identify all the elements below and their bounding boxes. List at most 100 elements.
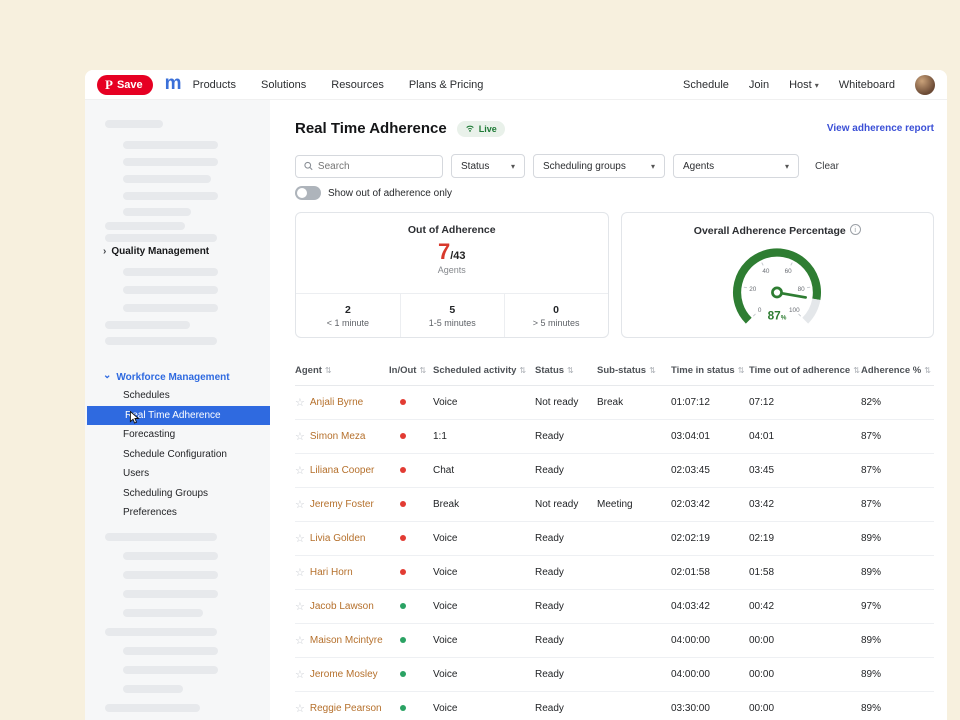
sidebar-item-real-time-adherence[interactable]: Real Time Adherence [87,406,270,426]
view-adherence-report-link[interactable]: View adherence report [827,123,934,134]
overall-adherence-card: Overall Adherence Percentagei 0204060801… [621,212,935,338]
adherence-percent: 97% [861,601,934,612]
agents-select[interactable]: Agents ▾ [673,154,799,178]
nav-link-solutions[interactable]: Solutions [261,79,306,91]
agent-link[interactable]: Hari Horn [310,567,353,578]
skeleton-bar [105,321,190,329]
star-icon[interactable]: ☆ [295,430,305,443]
column-header-agent[interactable]: Agent⇅ [295,365,389,376]
sidebar-wfm-items: Schedules Real Time Adherence Forecastin… [85,386,270,523]
table-row[interactable]: ☆Jeremy Foster Break Not ready Meeting 0… [295,488,934,522]
adherence-gauge: 02040608010087% [622,238,934,336]
inout-dot [400,569,406,575]
sidebar-item-schedules[interactable]: Schedules [85,386,270,406]
nav-link-host[interactable]: Host▾ [789,79,819,91]
adherence-percent: 89% [861,703,934,714]
star-icon[interactable]: ☆ [295,396,305,409]
column-header-time-in-status[interactable]: Time in status⇅ [671,365,749,376]
time-in-status: 01:07:12 [671,397,749,408]
column-header-scheduled-activity[interactable]: Scheduled activity⇅ [433,365,535,376]
info-icon[interactable]: i [850,224,861,235]
scheduled-activity: Voice [433,669,535,680]
column-header-inout[interactable]: In/Out⇅ [389,365,433,376]
sidebar-item-schedule-configuration[interactable]: Schedule Configuration [85,445,270,465]
star-icon[interactable]: ☆ [295,600,305,613]
column-header-time-out-of-adherence[interactable]: Time out of adherence⇅ [749,365,861,376]
status: Ready [535,601,597,612]
adherence-percent: 89% [861,533,934,544]
agent-link[interactable]: Livia Golden [310,533,366,544]
breakdown-under-1-minute: 2 < 1 minute [296,294,400,337]
table-row[interactable]: ☆Anjali Byrne Voice Not ready Break 01:0… [295,386,934,420]
table-row[interactable]: ☆Liliana Cooper Chat Ready 02:03:45 03:4… [295,454,934,488]
scheduling-groups-select[interactable]: Scheduling groups ▾ [533,154,665,178]
star-icon[interactable]: ☆ [295,464,305,477]
chevron-down-icon: ▾ [815,81,819,90]
sub-status: Meeting [597,499,671,510]
skeleton-bar [105,704,200,712]
clear-filters-button[interactable]: Clear [815,161,839,172]
time-out-of-adherence: 03:42 [749,499,861,510]
user-avatar[interactable] [915,75,935,95]
skeleton-bar [105,337,217,345]
agent-link[interactable]: Simon Meza [310,431,366,442]
svg-text:87%: 87% [768,310,787,323]
table-row[interactable]: ☆Livia Golden Voice Ready 02:02:19 02:19… [295,522,934,556]
search-input-container [295,155,443,178]
sidebar-item-scheduling-groups[interactable]: Scheduling Groups [85,484,270,504]
nav-link-schedule[interactable]: Schedule [683,79,729,91]
time-in-status: 04:03:42 [671,601,749,612]
search-input[interactable] [318,161,434,172]
table-row[interactable]: ☆Jacob Lawson Voice Ready 04:03:42 00:42… [295,590,934,624]
nav-link-products[interactable]: Products [193,79,236,91]
scheduled-activity: Voice [433,703,535,714]
nav-link-plans-pricing[interactable]: Plans & Pricing [409,79,484,91]
column-header-sub-status[interactable]: Sub-status⇅ [597,365,671,376]
agent-link[interactable]: Jeremy Foster [310,499,374,510]
star-icon[interactable]: ☆ [295,634,305,647]
table-row[interactable]: ☆Hari Horn Voice Ready 02:01:58 01:58 89… [295,556,934,590]
live-badge: Live [457,121,505,137]
table-row[interactable]: ☆Simon Meza 1:1 Ready 03:04:01 04:01 87% [295,420,934,454]
sidebar-item-forecasting[interactable]: Forecasting [85,425,270,445]
star-icon[interactable]: ☆ [295,668,305,681]
nav-link-resources[interactable]: Resources [331,79,384,91]
time-out-of-adherence: 00:00 [749,635,861,646]
skeleton-bar [105,120,163,128]
sidebar-section-quality-management[interactable]: › Quality Management [103,246,209,257]
agent-link[interactable]: Jacob Lawson [310,601,374,612]
sidebar-item-preferences[interactable]: Preferences [85,503,270,523]
skeleton-bar [105,628,217,636]
scheduled-activity: Break [433,499,535,510]
time-in-status: 02:02:19 [671,533,749,544]
column-header-adherence-percent[interactable]: Adherence %⇅ [861,365,934,376]
svg-text:60: 60 [785,268,793,275]
star-icon[interactable]: ☆ [295,498,305,511]
app-logo[interactable]: m [165,73,181,95]
breakdown-over-5-minutes: 0 > 5 minutes [504,294,608,337]
star-icon[interactable]: ☆ [295,532,305,545]
nav-link-whiteboard[interactable]: Whiteboard [839,79,895,91]
card-subtitle: Agents [296,265,608,275]
pinterest-save-button[interactable]: P Save [97,75,153,95]
agent-link[interactable]: Jerome Mosley [310,669,378,680]
star-icon[interactable]: ☆ [295,702,305,715]
star-icon[interactable]: ☆ [295,566,305,579]
agent-link[interactable]: Reggie Pearson [310,703,382,714]
column-header-status[interactable]: Status⇅ [535,365,597,376]
table-row[interactable]: ☆Reggie Pearson Voice Ready 03:30:00 00:… [295,692,934,720]
status-select[interactable]: Status ▾ [451,154,525,178]
nav-link-join[interactable]: Join [749,79,769,91]
sidebar-item-users[interactable]: Users [85,464,270,484]
time-out-of-adherence: 07:12 [749,397,861,408]
sidebar-section-workforce-management[interactable]: ⌄ Workforce Management [103,372,230,383]
table-row[interactable]: ☆Jerome Mosley Voice Ready 04:00:00 00:0… [295,658,934,692]
out-of-adherence-toggle[interactable] [295,186,321,200]
table-row[interactable]: ☆Maison Mcintyre Voice Ready 04:00:00 00… [295,624,934,658]
summary-cards: Out of Adherence 7/43 Agents 2 < 1 minut… [295,212,934,338]
skeleton-bar [105,533,217,541]
agent-link[interactable]: Liliana Cooper [310,465,375,476]
scheduled-activity: Voice [433,533,535,544]
agent-link[interactable]: Anjali Byrne [310,397,363,408]
agent-link[interactable]: Maison Mcintyre [310,635,383,646]
